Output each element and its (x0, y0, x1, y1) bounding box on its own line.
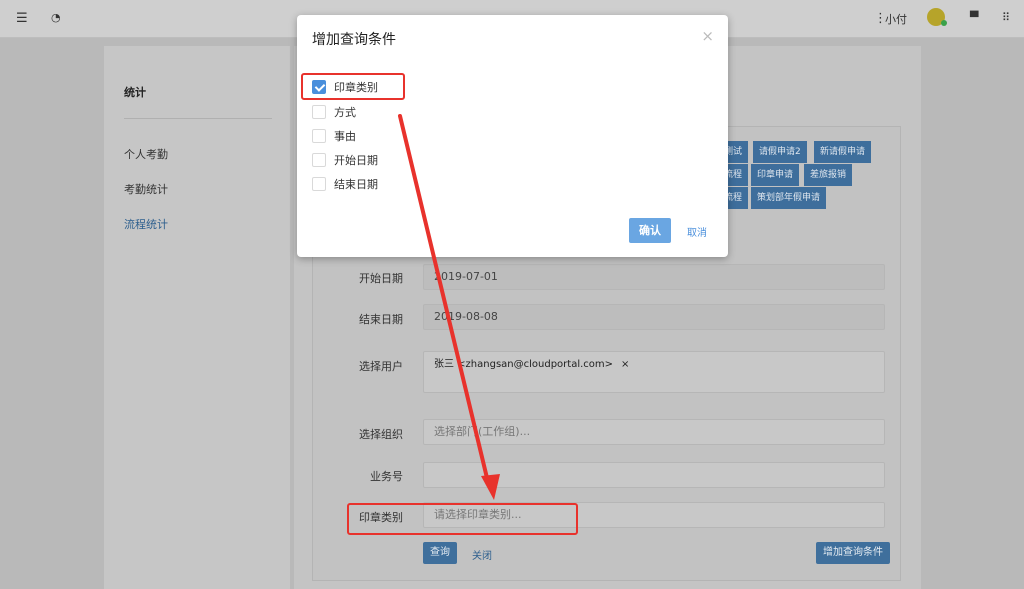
annotation-arrow (398, 114, 500, 500)
annotation-arrow-line (398, 114, 489, 480)
annotation-arrow-head (481, 474, 500, 500)
